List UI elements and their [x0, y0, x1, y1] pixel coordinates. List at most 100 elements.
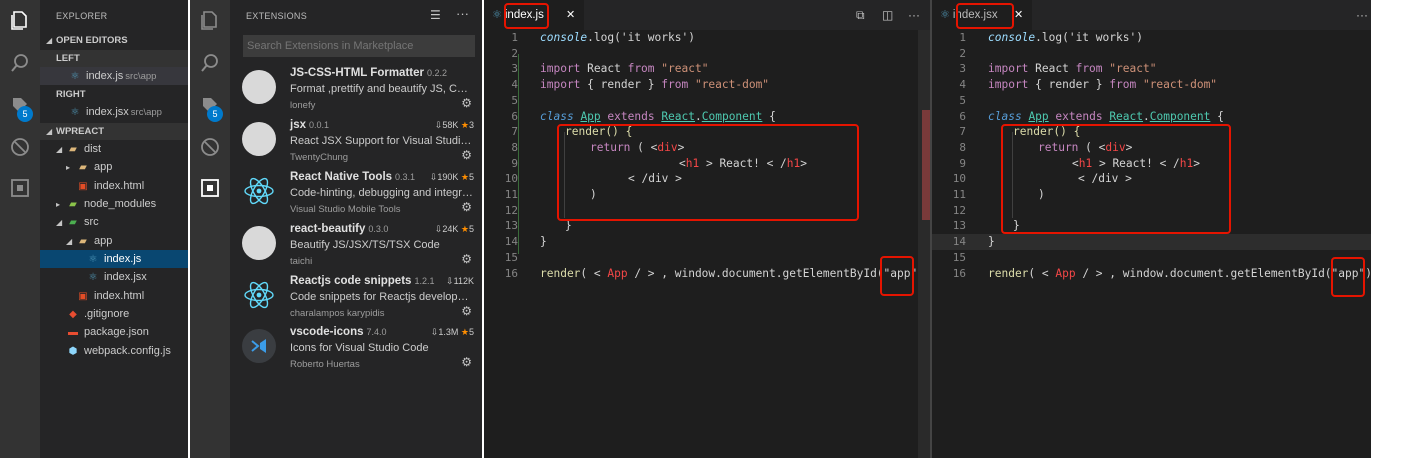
star-icon: ★	[460, 224, 469, 234]
chevron-down-icon: ◢	[56, 145, 63, 154]
open-editors-header[interactable]: ◢ OPEN EDITORS	[40, 32, 188, 49]
files-icon[interactable]	[198, 9, 222, 33]
gear-icon[interactable]: ⚙	[461, 148, 472, 162]
tree-file-index-html[interactable]: ▣ index.html	[40, 177, 188, 195]
line-number: 12	[504, 203, 518, 217]
debug-icon[interactable]	[8, 136, 32, 160]
scrollbar[interactable]	[918, 30, 930, 458]
code-line: console.log('it works')	[540, 31, 695, 44]
extension-author: TwentyChung	[290, 152, 349, 163]
git-file-icon: ◆	[69, 309, 77, 320]
files-icon[interactable]	[8, 9, 32, 33]
star-icon: ★	[460, 172, 469, 182]
extension-description: Icons for Visual Studio Code	[290, 342, 429, 354]
tree-file-index-js[interactable]: ⚛ index.js	[40, 250, 188, 268]
tree-folder-dist[interactable]: ◢ ▰ dist	[40, 140, 188, 158]
extension-item[interactable]: React Native Tools 0.3.1 ⇩190K ★5 Code-hi…	[230, 171, 482, 223]
tree-file-src-index-html[interactable]: ▣ index.html	[40, 287, 188, 305]
line-number: 6	[959, 109, 966, 123]
tree-file-package-json[interactable]: ▬ package.json	[40, 323, 188, 341]
tree-folder-src-app[interactable]: ◢ ▰ app	[40, 232, 188, 250]
chevron-down-icon: ◢	[46, 127, 53, 136]
more-icon[interactable]: ···	[456, 6, 469, 21]
line-number: 1	[511, 31, 518, 44]
open-changes-icon[interactable]: ⧉	[856, 8, 865, 23]
extension-item[interactable]: jsx 0.0.1 ⇩58K ★3 React JSX Support for V…	[230, 119, 482, 171]
extension-item[interactable]: vscode-icons 7.4.0 ⇩1.3M ★5 Icons for Vis…	[230, 326, 482, 378]
line-number: 2	[511, 46, 518, 60]
annotation-box	[880, 256, 914, 296]
line-number: 16	[952, 266, 966, 280]
extension-author: taichi	[290, 256, 313, 267]
folder-src-icon: ▰	[69, 217, 77, 228]
chevron-down-icon: ◢	[46, 36, 53, 45]
clear-list-icon[interactable]: ☰	[430, 8, 441, 22]
line-number: 7	[511, 125, 518, 139]
gear-icon[interactable]: ⚙	[461, 304, 472, 318]
extension-version: 0.2.2	[426, 68, 447, 78]
line-number: 2	[959, 46, 966, 60]
chevron-right-icon: ▸	[56, 200, 61, 209]
extension-author: Visual Studio Mobile Tools	[290, 204, 401, 215]
split-editor-icon[interactable]: ◫	[882, 8, 893, 22]
code-line: class App extends React.Component {	[988, 109, 1224, 123]
more-icon[interactable]: ···	[908, 8, 920, 22]
extensions-search-input[interactable]	[243, 35, 475, 57]
extension-item[interactable]: JS-CSS-HTML Formatter 0.2.2 Format ,prett…	[230, 67, 482, 119]
debug-icon[interactable]	[198, 136, 222, 160]
extension-name: JS-CSS-HTML Formatter 0.2.2	[290, 67, 447, 79]
scrollbar-marker	[922, 110, 930, 220]
line-number: 14	[504, 235, 518, 249]
activity-bar-right: 5	[190, 0, 230, 458]
code-line: import { render } from "react-dom"	[540, 78, 770, 92]
explorer-panel: EXPLORER ◢ OPEN EDITORS LEFT ⚛ index.js src…	[40, 0, 188, 458]
download-icon: ⇩	[446, 276, 454, 286]
close-icon[interactable]: ✕	[1014, 0, 1023, 30]
line-number: 9	[511, 156, 518, 170]
line-number: 7	[959, 125, 966, 139]
annotation-box	[557, 124, 859, 221]
line-number: 12	[952, 203, 966, 217]
npm-file-icon: ▬	[68, 327, 78, 338]
gear-icon[interactable]: ⚙	[461, 96, 472, 110]
tree-folder-src[interactable]: ◢ ▰ src	[40, 213, 188, 231]
search-icon[interactable]	[198, 52, 222, 76]
extension-default-icon	[242, 226, 276, 260]
code-line: import { render } from "react-dom"	[988, 78, 1218, 92]
search-icon[interactable]	[8, 52, 32, 76]
tree-folder-node-modules[interactable]: ▸ ▰ node_modules	[40, 195, 188, 213]
editor-right[interactable]: ⚛ index.jsx ✕ ··· 1 2 3 4 5 6 7 8 9 10 11…	[932, 0, 1371, 458]
line-number: 16	[504, 266, 518, 280]
project-header[interactable]: ◢ WPREACT	[40, 123, 188, 140]
extension-description: Code-hinting, debugging and integrated c…	[290, 187, 473, 199]
gutter-indicator	[518, 54, 519, 254]
html-file-icon: ▣	[78, 291, 88, 302]
group-right: RIGHT	[40, 86, 188, 103]
gear-icon[interactable]: ⚙	[461, 355, 472, 369]
tree-file-webpack-config[interactable]: ⬢ webpack.config.js	[40, 342, 188, 360]
line-number: 10	[952, 172, 966, 186]
tree-file-gitignore[interactable]: ◆ .gitignore	[40, 305, 188, 323]
gear-icon[interactable]: ⚙	[461, 200, 472, 214]
extension-name: react-beautify 0.3.0	[290, 223, 389, 235]
editor-left[interactable]: ⚛ index.js ✕ ⧉ ◫ ··· 1 2 3 4 5 6 7 8 9 10…	[484, 0, 930, 458]
extension-item[interactable]: Reactjs code snippets 1.2.1 ⇩112K Code sn…	[230, 275, 482, 327]
extensions-title: EXTENSIONS	[246, 11, 308, 21]
more-icon[interactable]: ···	[1356, 8, 1368, 22]
tree-folder-app[interactable]: ▸ ▰ app	[40, 158, 188, 176]
gear-icon[interactable]: ⚙	[461, 252, 472, 266]
extensions-icon[interactable]	[8, 177, 32, 201]
extensions-icon[interactable]	[198, 177, 222, 201]
webpack-file-icon: ⬢	[68, 346, 78, 357]
vscode-icons-logo-icon	[242, 329, 276, 363]
extension-default-icon	[242, 70, 276, 104]
line-number: 9	[959, 156, 966, 170]
react-file-icon: ⚛	[88, 254, 98, 265]
extension-description: Code snippets for Reactjs development in…	[290, 291, 473, 303]
tree-file-index-jsx[interactable]: ⚛ index.jsx	[40, 268, 188, 286]
open-editor-index-jsx[interactable]: ⚛ index.jsx src\app	[40, 103, 188, 121]
extension-item[interactable]: react-beautify 0.3.0 ⇩24K ★5 Beautify JS/…	[230, 223, 482, 275]
open-editor-index-js[interactable]: ⚛ index.js src\app	[40, 67, 188, 85]
close-icon[interactable]: ✕	[566, 0, 575, 30]
line-number: 1	[959, 31, 966, 44]
